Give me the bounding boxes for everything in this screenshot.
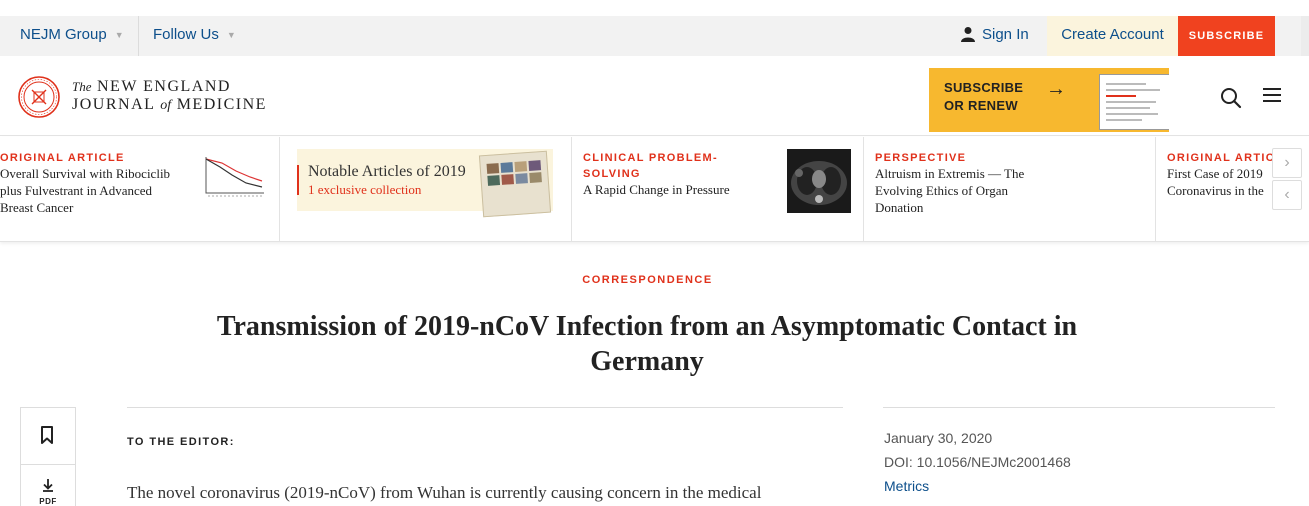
ct-scan-thumbnail: [787, 149, 851, 213]
carousel-card-notable: Notable Articles of 2019 1 exclusive col…: [280, 137, 572, 241]
download-pdf-icon: [43, 479, 53, 492]
card-category-line: SOLVING: [583, 168, 641, 180]
pdf-label: PDF: [39, 497, 57, 506]
caret-down-icon: ▼: [114, 30, 124, 41]
card-title-line: Altruism in Extremis — The: [875, 166, 1025, 181]
logo-of: of: [160, 98, 172, 113]
card-category: CLINICAL PROBLEM- SOLVING: [583, 150, 718, 182]
card-title-line: plus Fulvestrant in Advanced: [0, 183, 153, 198]
carousel-card[interactable]: PERSPECTIVE Altruism in Extremis — The E…: [864, 137, 1156, 241]
card-category-line: CLINICAL PROBLEM-: [583, 152, 718, 164]
notable-articles-promo[interactable]: Notable Articles of 2019 1 exclusive col…: [297, 149, 553, 218]
promo-text: SUBSCRIBE OR RENEW: [944, 79, 1023, 115]
tool-divider: [21, 464, 75, 465]
card-title-line: Overall Survival with Ribociclib: [0, 166, 171, 181]
card-title: Altruism in Extremis — The Evolving Ethi…: [875, 165, 1024, 216]
divider: [127, 407, 843, 408]
logo-journal: JOURNAL: [72, 96, 155, 113]
to-the-editor-heading: TO THE EDITOR:: [127, 436, 235, 448]
divider: [883, 407, 1275, 408]
logo-medicine: MEDICINE: [176, 96, 267, 113]
bookmark-icon[interactable]: [39, 426, 55, 444]
article-doi[interactable]: DOI: 10.1056/NEJMc2001468: [884, 450, 1071, 474]
menu-icon[interactable]: [1263, 88, 1283, 106]
article-title-line: Transmission of 2019-nCoV Infection from…: [216, 311, 1078, 342]
subscribe-promo-banner[interactable]: SUBSCRIBE OR RENEW →: [929, 68, 1169, 132]
card-title: Overall Survival with Ribociclib plus Fu…: [0, 165, 170, 216]
article-main: CORRESPONDENCE Transmission of 2019-nCoV…: [0, 243, 1309, 506]
arrow-right-icon: →: [1046, 78, 1066, 100]
promo-line-1: SUBSCRIBE: [944, 80, 1024, 95]
card-title-line: Evolving Ethics of Organ: [875, 183, 1008, 198]
user-icon: [961, 27, 975, 42]
featured-articles-carousel: ORIGINAL ARTICLE Overall Survival with R…: [0, 137, 1309, 242]
notable-book-cover: [478, 150, 552, 218]
nejm-seal-icon[interactable]: [18, 76, 60, 118]
article-section-label[interactable]: CORRESPONDENCE: [0, 274, 1295, 286]
card-title: A Rapid Change in Pressure: [583, 182, 730, 197]
follow-us-label: Follow Us: [153, 26, 219, 43]
follow-us-menu[interactable]: Follow Us ▼: [153, 16, 236, 56]
logo-the: The: [72, 79, 92, 94]
nejm-group-menu[interactable]: NEJM Group ▼: [20, 16, 124, 56]
publication-date: January 30, 2020: [884, 430, 993, 446]
article-title: Transmission of 2019-nCoV Infection from…: [147, 309, 1147, 379]
caret-down-icon: ▼: [226, 30, 236, 41]
search-icon[interactable]: [1219, 86, 1243, 110]
metrics-link[interactable]: Metrics: [884, 474, 1071, 498]
survival-curve-thumbnail: [202, 149, 268, 201]
subscribe-button[interactable]: SUBSCRIBE: [1178, 16, 1275, 56]
journal-cover-thumbnail: [1099, 74, 1169, 130]
promo-line-2: OR RENEW: [944, 98, 1018, 113]
card-title: First Case of 2019 Coronavirus in the: [1167, 165, 1264, 199]
utility-divider: [138, 16, 139, 56]
card-title-line: Breast Cancer: [0, 200, 74, 215]
card-title-line: First Case of 2019: [1167, 166, 1263, 181]
site-header: The NEW ENGLAND JOURNAL of MEDICINE SUBS…: [0, 56, 1309, 136]
card-category: PERSPECTIVE: [875, 152, 967, 164]
download-pdf-button[interactable]: PDF: [29, 478, 67, 506]
chevron-left-icon: ‹: [1284, 186, 1290, 203]
card-category: ORIGINAL ARTICLE: [0, 152, 125, 164]
utility-bar: NEJM Group ▼ Follow Us ▼ Sign In Create Ac…: [0, 16, 1309, 56]
create-account-link[interactable]: Create Account: [1047, 16, 1178, 56]
article-tools: PDF: [20, 407, 76, 506]
article-body-text: The novel coronavirus (2019-nCoV) from W…: [127, 483, 762, 502]
accent-bar: [297, 165, 299, 195]
chevron-right-icon: ›: [1284, 154, 1290, 171]
carousel-prev-button[interactable]: ‹: [1272, 180, 1302, 210]
nejm-group-label: NEJM Group: [20, 26, 107, 43]
journal-logo[interactable]: The NEW ENGLAND JOURNAL of MEDICINE: [72, 78, 267, 115]
sign-in-link[interactable]: Sign In: [960, 16, 1029, 56]
sign-in-label: Sign In: [982, 26, 1029, 43]
article-title-line: Germany: [590, 346, 704, 377]
carousel-card[interactable]: CLINICAL PROBLEM- SOLVING A Rapid Change…: [572, 137, 864, 241]
article-meta: January 30, 2020 DOI: 10.1056/NEJMc20014…: [884, 426, 1071, 498]
logo-new-england: NEW ENGLAND: [97, 78, 231, 95]
notable-title: Notable Articles of 2019: [308, 163, 466, 180]
top-spacer: [0, 0, 1309, 16]
card-title-line: Coronavirus in the: [1167, 183, 1264, 198]
carousel-next-button[interactable]: ›: [1272, 148, 1302, 178]
carousel-card[interactable]: ORIGINAL ARTICLE Overall Survival with R…: [0, 137, 280, 241]
notable-subtitle: 1 exclusive collection: [308, 182, 422, 197]
card-title-line: Donation: [875, 200, 924, 215]
